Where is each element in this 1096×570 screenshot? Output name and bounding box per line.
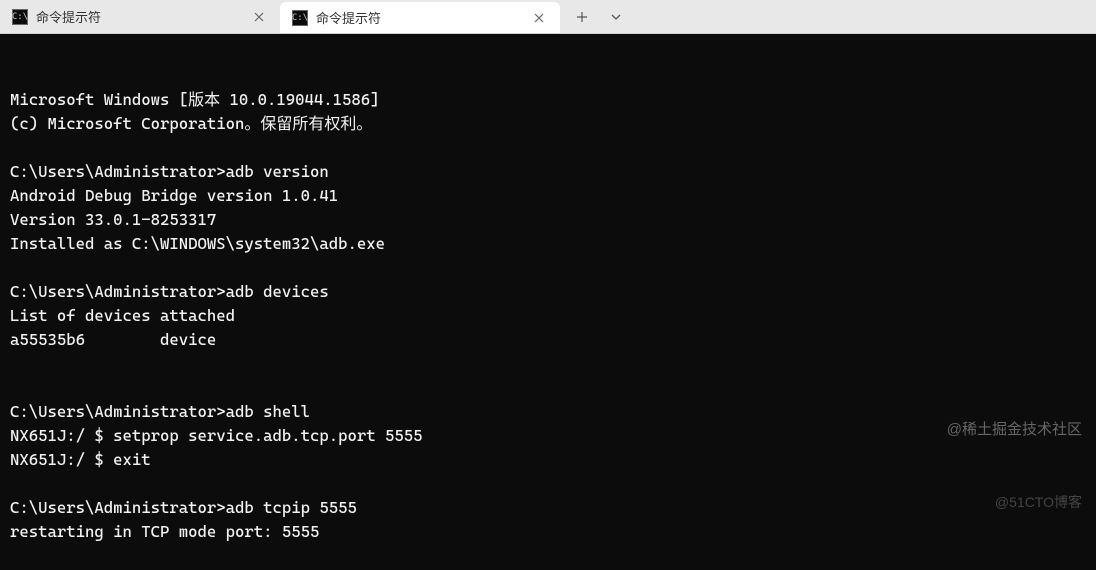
cmd-icon: C:\	[292, 10, 308, 26]
terminal-line: C:\Users\Administrator>adb tcpip 5555	[10, 496, 1086, 520]
terminal-line: C:\Users\Administrator>adb shell	[10, 400, 1086, 424]
tab-2[interactable]: C:\ 命令提示符	[280, 2, 560, 33]
terminal-line: NX651J:/ $ exit	[10, 448, 1086, 472]
terminal-window: C:\ 命令提示符 C:\ 命令提示符 Microsoft Windows [版…	[0, 0, 1096, 570]
terminal-line: List of devices attached	[10, 304, 1086, 328]
tabbar-actions	[560, 0, 638, 33]
terminal-line: Installed as C:\WINDOWS\system32\adb.exe	[10, 232, 1086, 256]
terminal-line: Version 33.0.1-8253317	[10, 208, 1086, 232]
terminal-line: restarting in TCP mode port: 5555	[10, 520, 1086, 544]
new-tab-button[interactable]	[566, 3, 598, 31]
terminal-line	[10, 256, 1086, 280]
terminal-line: C:\Users\Administrator>adb version	[10, 160, 1086, 184]
terminal-output[interactable]: Microsoft Windows [版本 10.0.19044.1586](c…	[0, 34, 1096, 570]
terminal-line: Android Debug Bridge version 1.0.41	[10, 184, 1086, 208]
cmd-icon: C:\	[12, 9, 28, 25]
terminal-line	[10, 544, 1086, 568]
close-icon[interactable]	[250, 8, 268, 26]
close-icon[interactable]	[530, 9, 548, 27]
tab-1[interactable]: C:\ 命令提示符	[0, 0, 280, 33]
terminal-line: a55535b6 device	[10, 328, 1086, 352]
tab-title: 命令提示符	[36, 7, 242, 26]
tab-title: 命令提示符	[316, 8, 522, 27]
tab-dropdown-button[interactable]	[600, 3, 632, 31]
terminal-line	[10, 472, 1086, 496]
tab-bar: C:\ 命令提示符 C:\ 命令提示符	[0, 0, 1096, 34]
terminal-line: Microsoft Windows [版本 10.0.19044.1586]	[10, 88, 1086, 112]
terminal-line: C:\Users\Administrator>adb devices	[10, 280, 1086, 304]
terminal-line	[10, 352, 1086, 376]
terminal-line: (c) Microsoft Corporation。保留所有权利。	[10, 112, 1086, 136]
terminal-line: NX651J:/ $ setprop service.adb.tcp.port …	[10, 424, 1086, 448]
terminal-line	[10, 136, 1086, 160]
terminal-line	[10, 376, 1086, 400]
